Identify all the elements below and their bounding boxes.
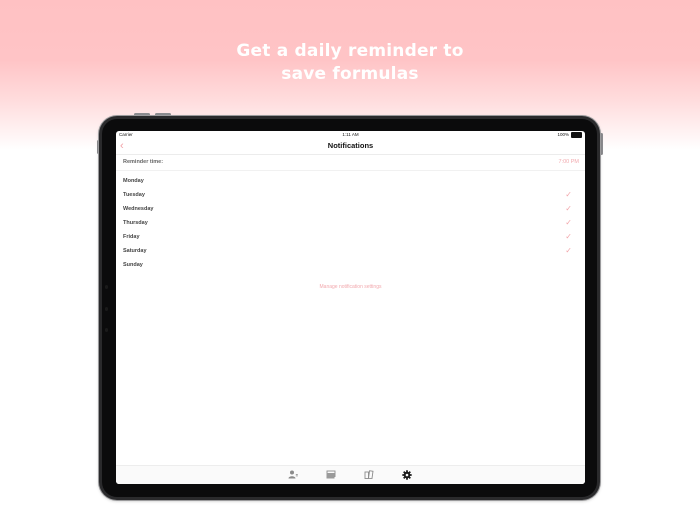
checkmark-icon: ✓ — [565, 204, 572, 213]
day-row-sunday[interactable]: Sunday — [116, 259, 585, 273]
day-label: Thursday — [123, 220, 148, 226]
reminder-time-label: Reminder time: — [123, 159, 164, 165]
checkmark-icon: ✓ — [565, 218, 572, 227]
day-row-thursday[interactable]: Thursday ✓ — [116, 217, 585, 231]
headline-line-2: save formulas — [281, 64, 419, 84]
tab-profile[interactable] — [287, 469, 299, 480]
page-title: Notifications — [327, 141, 374, 150]
headline: Get a daily reminder to save formulas — [0, 40, 700, 86]
checkmark-icon: ✓ — [565, 190, 572, 199]
person-icon — [288, 470, 298, 479]
day-label: Tuesday — [123, 192, 145, 198]
tab-settings[interactable] — [401, 469, 413, 480]
tab-bar — [116, 465, 585, 484]
side-sensor — [105, 307, 108, 311]
headline-line-1: Get a daily reminder to — [236, 41, 464, 61]
checkmark-icon: ✓ — [565, 246, 572, 255]
side-sensor — [105, 328, 108, 332]
day-label: Wednesday — [123, 206, 154, 212]
checkmark-icon: ✓ — [565, 232, 572, 241]
manage-notification-settings-link[interactable]: Manage notification settings — [116, 284, 585, 290]
day-row-friday[interactable]: Friday ✓ — [116, 231, 585, 245]
battery-percent: 100% — [557, 132, 569, 138]
status-time: 1:11 AM — [342, 132, 359, 137]
day-label: Saturday — [123, 248, 147, 254]
day-label: Sunday — [123, 262, 143, 268]
gear-icon — [402, 469, 412, 480]
battery-icon — [571, 132, 582, 138]
day-label: Monday — [123, 178, 144, 184]
day-row-tuesday[interactable]: Tuesday ✓ — [116, 189, 585, 203]
books-icon — [364, 470, 374, 479]
reminder-time-value[interactable]: 7:00 PM — [559, 159, 579, 165]
day-row-saturday[interactable]: Saturday ✓ — [116, 245, 585, 259]
cards-icon — [326, 470, 336, 479]
reminder-time-row[interactable]: Reminder time: 7:00 PM — [116, 155, 585, 171]
side-sensor — [105, 285, 108, 289]
battery-indicator: 100% — [557, 132, 582, 138]
day-row-monday[interactable]: Monday — [116, 175, 585, 189]
day-row-wednesday[interactable]: Wednesday ✓ — [116, 203, 585, 217]
tab-library[interactable] — [363, 469, 375, 480]
status-bar: Carrier 1:11 AM 100% — [116, 131, 585, 138]
tab-cards[interactable] — [325, 469, 337, 480]
app-screen: Carrier 1:11 AM 100% ‹ Notifications Rem… — [116, 131, 585, 484]
navigation-bar: ‹ Notifications — [116, 138, 585, 155]
day-label: Friday — [123, 234, 140, 240]
power-button — [600, 133, 603, 155]
